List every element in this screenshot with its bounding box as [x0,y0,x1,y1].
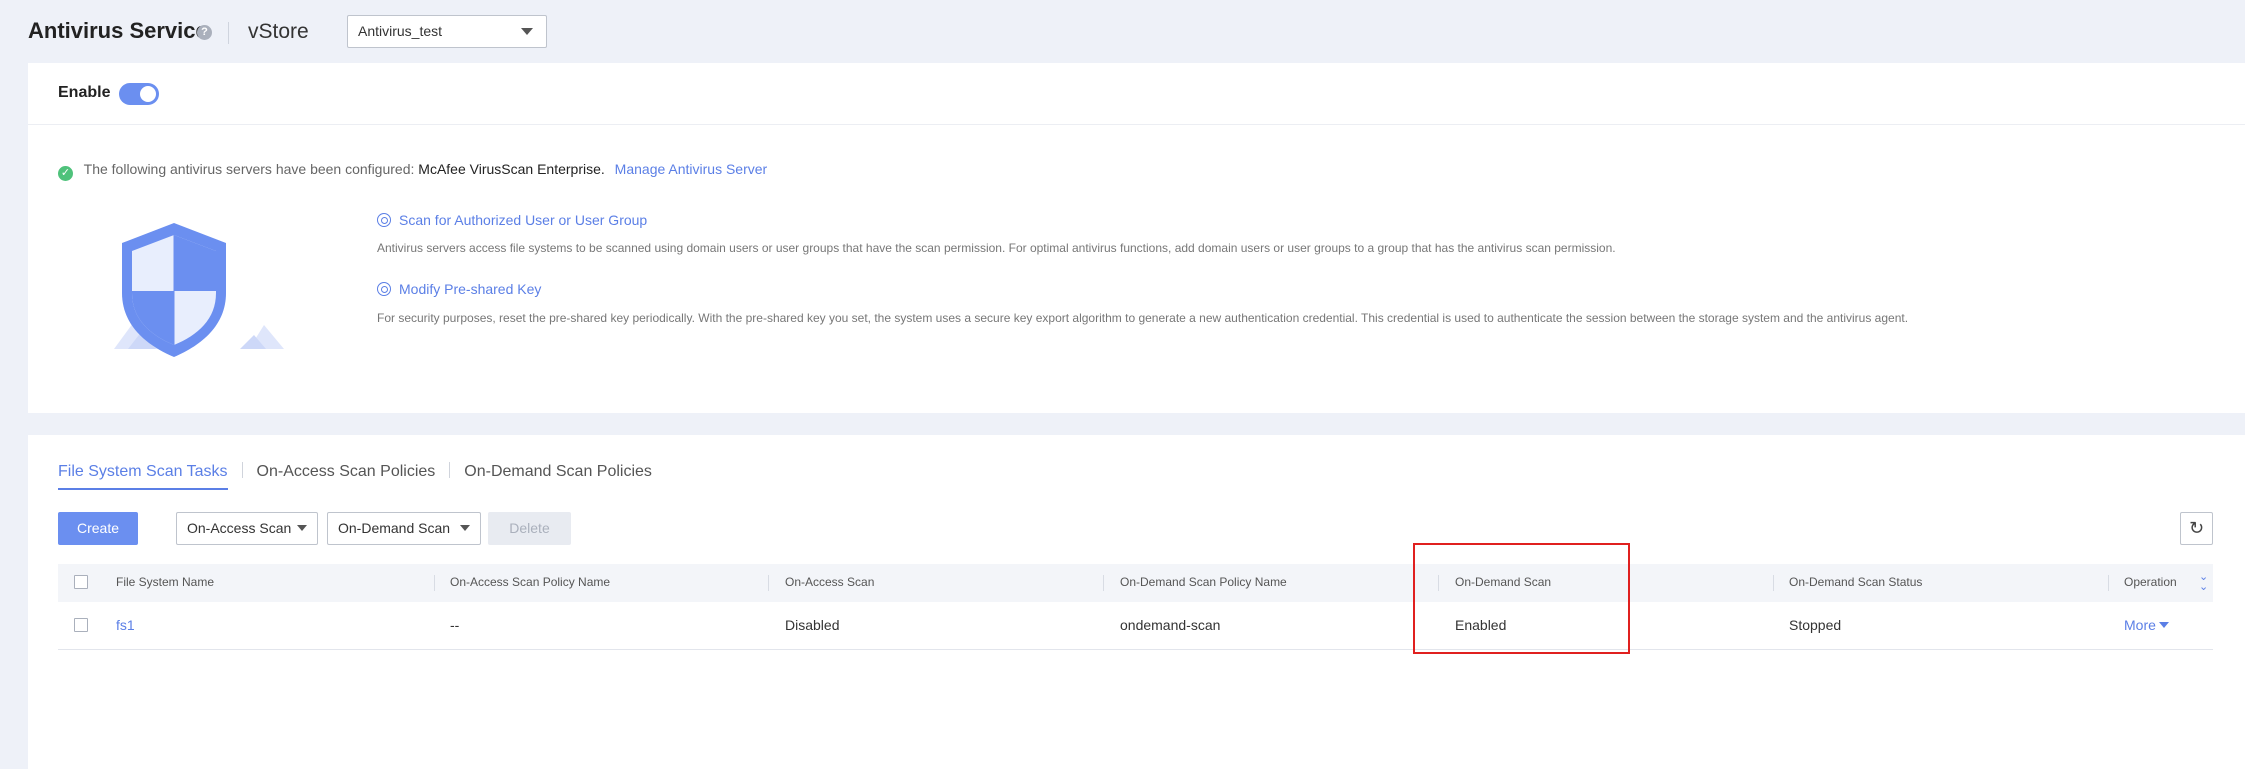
shield-illustration-icon [114,223,284,357]
vstore-select-value: Antivirus_test [358,23,443,39]
tab-file-system-scan-tasks[interactable]: File System Scan Tasks [58,463,228,490]
scan-tasks-card: File System Scan Tasks On-Access Scan Pol… [28,435,2245,769]
on-access-scan-dropdown[interactable]: On-Access Scan [176,512,318,545]
chevron-down-icon [521,28,533,35]
refresh-icon: ↻ [2188,518,2205,538]
scan-authorized-user-link[interactable]: Scan for Authorized User or User Group [377,212,647,228]
column-divider [768,575,769,591]
column-divider [1773,575,1774,591]
refresh-button[interactable]: ↻ [2180,512,2213,545]
tab-divider [241,462,243,478]
column-header: On-Access Scan [785,575,875,589]
on-demand-scan-dropdown[interactable]: On-Demand Scan [327,512,481,545]
modify-preshared-key-link[interactable]: Modify Pre-shared Key [377,281,541,297]
column-header: On-Demand Scan Status [1789,575,1923,589]
chevron-down-icon [460,525,470,531]
more-label: More [2124,617,2156,633]
column-header: On-Demand Scan Policy Name [1120,575,1287,589]
column-divider [2108,575,2109,591]
tab-on-demand-scan-policies[interactable]: On-Demand Scan Policies [464,463,652,481]
page-header: Antivirus Service ? vStore Antivirus_tes… [0,0,2245,62]
dropdown-label: On-Access Scan [187,520,292,536]
tab-divider [449,462,451,478]
feature-title: Scan for Authorized User or User Group [399,212,648,228]
server-name: McAfee VirusScan Enterprise. [418,161,605,177]
chevron-down-icon [2158,622,2169,628]
vstore-label: vStore [248,20,309,43]
dropdown-label: On-Demand Scan [338,520,451,536]
manage-antivirus-server-link[interactable]: Manage Antivirus Server [615,161,768,177]
select-all-checkbox[interactable] [74,575,88,589]
on-demand-policy-cell: ondemand-scan [1120,617,1221,633]
check-circle-icon: ✓ [58,166,73,181]
table-row: fs1 -- Disabled ondemand-scan Enabled St… [58,602,2213,650]
status-cell: Stopped [1789,617,1842,633]
configured-servers-info: ✓ The following antivirus servers have b… [58,161,767,181]
antivirus-config-card: Enable ✓ The following antivirus servers… [28,63,2245,413]
file-system-name-link[interactable]: fs1 [116,617,135,633]
column-header: Operation [2124,575,2177,589]
column-header: On-Access Scan Policy Name [450,575,611,589]
create-button[interactable]: Create [58,512,138,545]
chevron-down-icon [297,525,307,531]
table-header: File System Name On-Access Scan Policy N… [58,564,2213,602]
enable-row: Enable [28,63,2245,125]
column-settings-icon[interactable]: ⌄ ⌄ [2199,572,2208,593]
row-checkbox[interactable] [74,618,88,632]
on-access-policy-cell: -- [450,617,460,633]
enable-label: Enable [58,84,111,101]
delete-button[interactable]: Delete [488,512,571,545]
column-divider [1103,575,1104,591]
target-icon [377,213,391,227]
on-access-scan-cell: Disabled [785,617,840,633]
more-operations-dropdown[interactable]: More [2124,617,2169,633]
tab-on-access-scan-policies[interactable]: On-Access Scan Policies [257,463,436,481]
column-header: File System Name [116,575,215,589]
page-title: Antivirus Service [28,18,208,43]
feature-title: Modify Pre-shared Key [399,281,542,297]
vstore-select[interactable]: Antivirus_test [347,15,547,48]
toggle-knob [140,86,156,102]
enable-toggle[interactable] [119,83,159,105]
feature-description: For security purposes, reset the pre-sha… [377,311,1909,325]
tab-bar: File System Scan Tasks On-Access Scan Pol… [58,462,652,492]
target-icon [377,282,391,296]
column-divider [434,575,435,591]
header-divider [228,22,229,44]
highlight-box [1413,543,1630,654]
help-icon[interactable]: ? [197,25,212,40]
info-prefix: The following antivirus servers have bee… [83,161,415,177]
feature-description: Antivirus servers access file systems to… [377,241,1616,255]
